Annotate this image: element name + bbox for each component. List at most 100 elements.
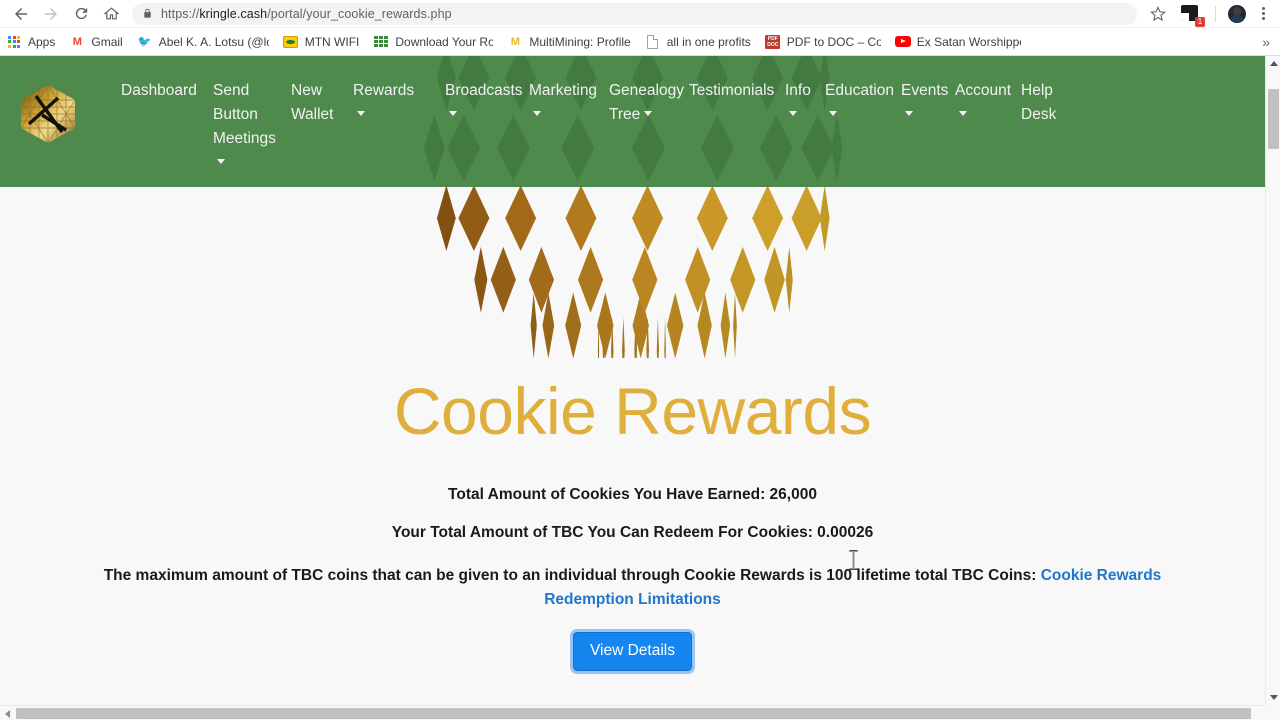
twitter-icon: 🐦 — [137, 36, 152, 48]
bookmark-label: all in one profits — [666, 34, 751, 49]
nav-item-label: Account — [955, 82, 1012, 99]
toolbar-right-cluster: 1 — [1145, 1, 1274, 27]
bookmark-label: PDF to DOC – Conve — [786, 34, 881, 49]
bookmark-label: Gmail — [91, 34, 123, 49]
nav-item-events[interactable]: Events — [890, 70, 948, 175]
web-page: Dashboard Send Button Meetings New Walle… — [0, 56, 1265, 704]
nav-item-label: Education — [825, 82, 894, 99]
page-content: Cookie Rewards Total Amount of Cookies Y… — [0, 187, 1265, 704]
page-title: Cookie Rewards — [393, 374, 872, 448]
extension-badge: 1 — [1195, 16, 1205, 27]
redemption-limit-note: The maximum amount of TBC coins that can… — [73, 564, 1193, 612]
chevron-down-icon — [449, 111, 457, 117]
nav-item-broadcasts[interactable]: Broadcasts — [434, 70, 523, 175]
nav-item-send-button-meetings[interactable]: Send Button Meetings — [202, 70, 280, 175]
nav-item-label: Dashboard — [121, 82, 197, 99]
horizontal-scrollbar-thumb[interactable] — [16, 708, 1251, 719]
nav-item-marketing[interactable]: Marketing — [518, 70, 598, 175]
bookmark-gmail[interactable]: M Gmail — [69, 34, 123, 50]
document-icon — [645, 34, 661, 50]
three-dot-menu-icon[interactable] — [1252, 1, 1274, 27]
bookmark-label: Abel K. A. Lotsu (@lo — [158, 34, 269, 49]
bookmark-label: Apps — [28, 34, 56, 49]
nav-item-dashboard[interactable]: Dashboard — [110, 70, 202, 175]
bookmark-label: Ex Satan Worshipper — [916, 34, 1021, 49]
bookmarks-bar: Apps M Gmail 🐦 Abel K. A. Lotsu (@lo MTN… — [0, 27, 1280, 55]
star-icon[interactable] — [1145, 1, 1171, 27]
toolbar-divider — [1215, 5, 1216, 22]
bookmark-label: MultiMining: Profile — [529, 34, 631, 49]
mtn-icon — [283, 34, 299, 50]
nav-item-testimonials[interactable]: Testimonials — [678, 70, 774, 175]
nav-item-help-desk[interactable]: Help Desk — [1010, 70, 1056, 175]
scrollbar-corner — [1265, 705, 1280, 720]
browser-chrome: https://kringle.cash/portal/your_cookie_… — [0, 0, 1280, 56]
gmail-icon: M — [72, 35, 82, 48]
horizontal-scrollbar[interactable] — [0, 705, 1280, 720]
chevron-down-icon — [217, 159, 225, 165]
bookmark-label: MTN WIFI — [304, 34, 360, 49]
kringle-cash-logo[interactable] — [14, 82, 82, 146]
nav-item-label: New Wallet — [291, 82, 334, 123]
tbc-redeemable-line: Your Total Amount of TBC You Can Redeem … — [391, 524, 874, 541]
view-details-button[interactable]: View Details — [569, 629, 696, 674]
bookmark-pdf-to-doc[interactable]: PDFDOC PDF to DOC – Conve — [765, 34, 881, 50]
lock-icon — [142, 7, 153, 20]
home-icon[interactable] — [96, 1, 126, 27]
multimining-icon: M — [510, 35, 520, 48]
reload-icon[interactable] — [66, 1, 96, 27]
chevron-down-icon — [959, 111, 967, 117]
browser-toolbar: https://kringle.cash/portal/your_cookie_… — [0, 0, 1280, 27]
chevron-down-icon — [533, 111, 541, 117]
site-navbar: Dashboard Send Button Meetings New Walle… — [0, 56, 1265, 187]
bookmark-mtn-wifi[interactable]: MTN WIFI — [283, 34, 360, 50]
redemption-limit-text: The maximum amount of TBC coins that can… — [103, 567, 1037, 584]
site-nav-links: Dashboard Send Button Meetings New Walle… — [110, 56, 1120, 175]
bookmark-download-robot[interactable]: Download Your Robo — [373, 34, 493, 50]
nav-item-label: Broadcasts — [445, 82, 523, 99]
scroll-up-arrow-icon[interactable] — [1266, 56, 1280, 71]
apps-grid-icon — [6, 34, 22, 50]
address-bar[interactable]: https://kringle.cash/portal/your_cookie_… — [132, 2, 1137, 25]
chevron-down-icon — [905, 111, 913, 117]
bookmark-apps[interactable]: Apps — [6, 34, 55, 50]
youtube-icon — [894, 34, 911, 50]
nav-item-label: Genealogy Tree — [609, 82, 684, 123]
nav-item-account[interactable]: Account — [944, 70, 1012, 175]
bookmark-all-in-one-profits[interactable]: all in one profits — [645, 34, 751, 50]
back-arrow-icon[interactable] — [6, 1, 36, 27]
extension-icon[interactable]: 1 — [1181, 4, 1205, 27]
forward-arrow-icon[interactable] — [36, 1, 66, 27]
nav-item-label: Rewards — [353, 82, 415, 99]
browser-viewport: Dashboard Send Button Meetings New Walle… — [0, 56, 1280, 720]
nav-item-label: Send Button Meetings — [213, 82, 276, 147]
avatar[interactable] — [1228, 4, 1246, 23]
nav-item-label: Events — [901, 82, 949, 99]
robot-icon — [373, 34, 389, 50]
nav-item-label: Marketing — [529, 82, 598, 99]
bookmark-label: Download Your Robo — [395, 34, 494, 49]
nav-item-info[interactable]: Info — [774, 70, 814, 175]
bookmarks-overflow-chevron-icon[interactable]: » — [1262, 34, 1274, 50]
nav-item-label: Testimonials — [689, 82, 775, 99]
bookmark-multimining[interactable]: M MultiMining: Profile — [507, 34, 631, 50]
chevron-down-icon — [357, 111, 365, 117]
nav-item-label: Help Desk — [1021, 82, 1057, 123]
scroll-down-arrow-icon[interactable] — [1266, 690, 1280, 705]
nav-item-new-wallet[interactable]: New Wallet — [280, 70, 342, 175]
pdf-icon: PDF DOC — [765, 34, 781, 49]
nav-item-label: Info — [785, 82, 811, 99]
bookmark-ex-satan-worshipper[interactable]: Ex Satan Worshipper — [894, 34, 1021, 50]
chevron-down-icon — [789, 111, 797, 117]
vertical-scrollbar[interactable] — [1265, 56, 1280, 705]
url-text: https://kringle.cash/portal/your_cookie_… — [161, 6, 452, 21]
bookmark-twitter[interactable]: 🐦 Abel K. A. Lotsu (@lo — [137, 34, 269, 50]
chevron-down-icon — [829, 111, 837, 117]
nav-item-genealogy-tree[interactable]: Genealogy Tree — [598, 70, 684, 175]
cookies-earned-line: Total Amount of Cookies You Have Earned:… — [448, 486, 817, 503]
scroll-left-arrow-icon[interactable] — [0, 706, 15, 720]
vertical-scrollbar-thumb[interactable] — [1268, 89, 1279, 149]
nav-item-education[interactable]: Education — [814, 70, 894, 175]
nav-item-rewards[interactable]: Rewards — [342, 70, 434, 175]
chevron-down-icon — [644, 111, 653, 117]
